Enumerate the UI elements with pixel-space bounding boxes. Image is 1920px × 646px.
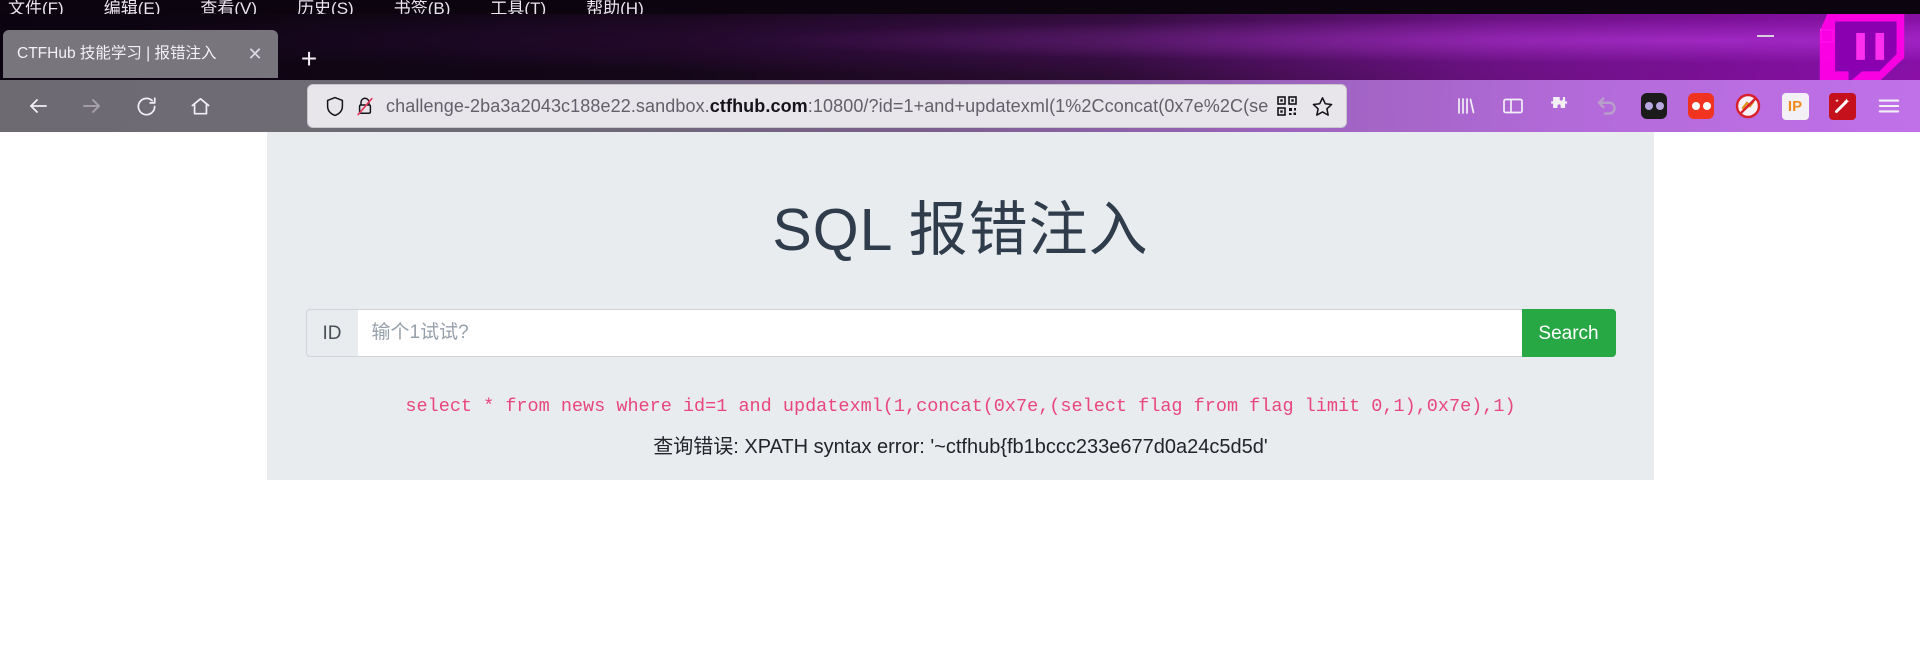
ip-badge-icon[interactable]: IP xyxy=(1776,87,1814,125)
dark-reader-icon[interactable] xyxy=(1635,87,1673,125)
menu-item-history[interactable]: 历史(S) xyxy=(297,0,354,14)
bookmark-star-icon[interactable] xyxy=(1306,90,1338,122)
menu-item-edit[interactable]: 编辑(E) xyxy=(104,0,161,14)
error-message-text: 查询错误: XPATH syntax error: '~ctfhub{fb1bc… xyxy=(653,436,1268,458)
new-tab-button[interactable]: + xyxy=(292,42,326,76)
close-window-button[interactable]: ✕ xyxy=(1858,14,1920,58)
home-icon[interactable] xyxy=(178,86,222,126)
undo-arrow-icon[interactable] xyxy=(1588,87,1626,125)
minimize-button[interactable] xyxy=(1734,14,1796,58)
sidebar-icon[interactable] xyxy=(1494,87,1532,125)
toolbar-extensions: IP xyxy=(1447,84,1908,128)
puzzle-extensions-icon[interactable] xyxy=(1541,87,1579,125)
magic-wand-badge xyxy=(1828,92,1856,120)
magic-wand-icon[interactable] xyxy=(1823,87,1861,125)
reload-icon[interactable] xyxy=(124,86,168,126)
hamburger-menu-icon[interactable] xyxy=(1870,87,1908,125)
id-label: ID xyxy=(305,309,358,357)
lock-crossed-icon[interactable] xyxy=(350,91,380,121)
maximize-button[interactable] xyxy=(1796,14,1858,58)
search-button[interactable]: Search xyxy=(1521,309,1616,357)
page-viewport: SQL 报错注入 ID Search select * from news wh… xyxy=(0,132,1920,646)
address-bar-text: challenge-2ba3a2043c188e22.sandbox.ctfhu… xyxy=(386,94,1272,118)
menu-item-bookmarks[interactable]: 书签(B) xyxy=(394,0,451,14)
back-arrow-icon[interactable] xyxy=(16,86,60,126)
window-controls: ✕ xyxy=(1710,14,1920,58)
close-icon[interactable]: ✕ xyxy=(242,41,268,67)
page-title: SQL 报错注入 xyxy=(772,197,1149,263)
url-domain: ctfhub.com xyxy=(709,96,808,116)
address-bar[interactable]: challenge-2ba3a2043c188e22.sandbox.ctfhu… xyxy=(307,84,1347,128)
url-suffix: :10800/?id=1+and+updatexml(1%2Cconcat(0x… xyxy=(807,96,1269,116)
titlebar-gradient xyxy=(0,14,1920,80)
tab-title: CTFHub 技能学习 | 报错注入 xyxy=(17,45,217,62)
adblock-disabled-icon[interactable] xyxy=(1729,87,1767,125)
url-prefix: challenge-2ba3a2043c188e22.sandbox. xyxy=(386,96,710,116)
id-search-form: ID Search xyxy=(305,309,1616,357)
shield-icon[interactable] xyxy=(320,91,350,121)
dark-reader-badge xyxy=(1641,93,1667,119)
tab-strip: CTFHub 技能学习 | 报错注入 ✕ + ✕ xyxy=(0,14,1920,80)
library-icon[interactable] xyxy=(1447,87,1485,125)
red-dots-icon[interactable] xyxy=(1682,87,1720,125)
menu-item-help[interactable]: 帮助(H) xyxy=(586,0,644,14)
address-bar-actions xyxy=(1272,90,1338,122)
browser-tab[interactable]: CTFHub 技能学习 | 报错注入 ✕ xyxy=(3,30,278,78)
content-card: SQL 报错注入 ID Search select * from news wh… xyxy=(267,132,1654,480)
id-input[interactable] xyxy=(357,309,1522,357)
menu-item-tools[interactable]: 工具(T) xyxy=(490,0,546,14)
menu-item-view[interactable]: 查看(V) xyxy=(200,0,257,14)
menu-item-file[interactable]: 文件(F) xyxy=(8,0,64,14)
forward-arrow-icon[interactable] xyxy=(70,86,114,126)
qr-code-icon[interactable] xyxy=(1272,91,1302,121)
browser-window: 文件(F) 编辑(E) 查看(V) 历史(S) 书签(B) 工具(T) 帮助(H… xyxy=(0,0,1920,646)
red-dots-badge xyxy=(1688,93,1714,119)
menu-bar: 文件(F) 编辑(E) 查看(V) 历史(S) 书签(B) 工具(T) 帮助(H… xyxy=(0,0,1920,14)
sql-query-text: select * from news where id=1 and update… xyxy=(405,396,1516,417)
ip-badge-label: IP xyxy=(1781,92,1809,120)
